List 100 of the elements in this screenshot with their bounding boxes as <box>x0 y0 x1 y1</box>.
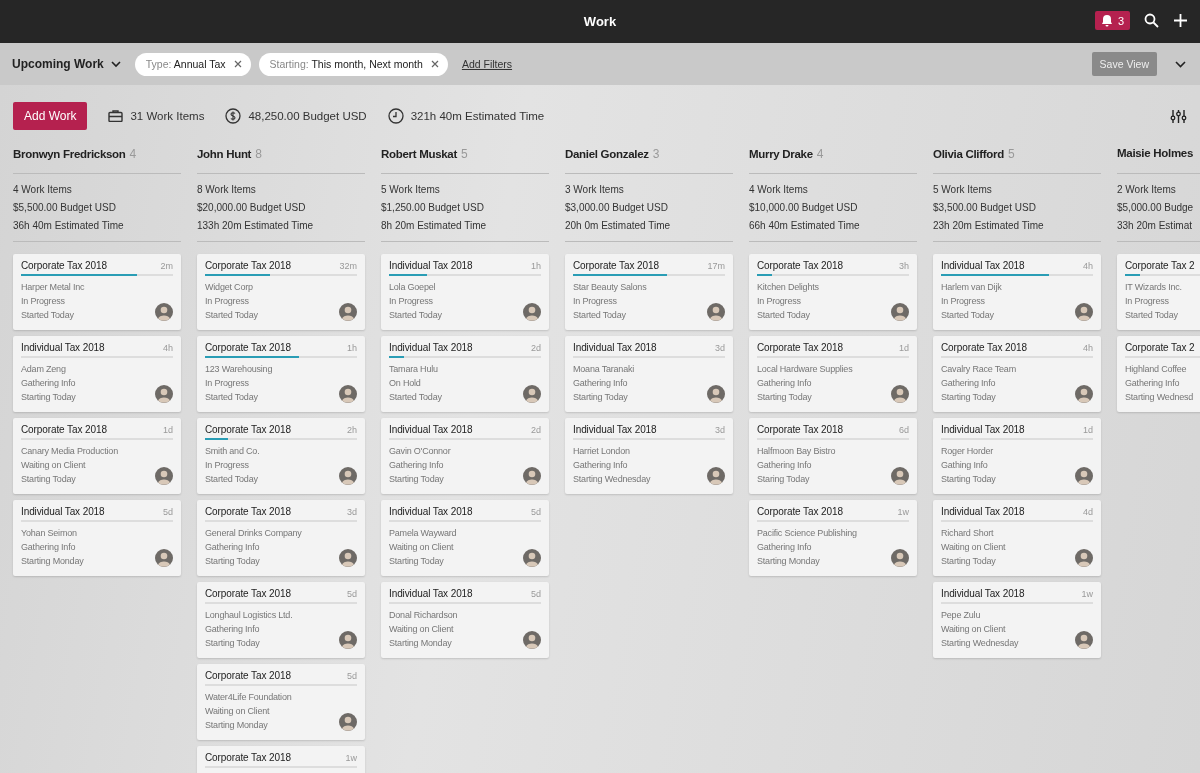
column-stat: 3 Work Items <box>565 183 625 196</box>
work-card[interactable]: Corporate Tax 2018 32m Widget Corp In Progress Started Today <box>197 254 365 330</box>
filter-chip[interactable]: Type: Annual Tax <box>134 52 251 76</box>
work-card[interactable]: Individual Tax 2018 4h Harlem van Dijk In Progress Started Today <box>933 254 1101 330</box>
add-icon[interactable] <box>1173 13 1188 28</box>
card-status: Gathering Info <box>757 459 813 471</box>
work-card[interactable]: Individual Tax 2018 5d Pamela Wayward Waiting on Client Starting Today <box>381 500 549 576</box>
work-card[interactable]: Corporate Tax 2018 1w Pacific Science Publishing Gathering Info Starting Monday <box>749 500 917 576</box>
card-client: 123 Warehousing <box>205 363 273 375</box>
card-title: Individual Tax 2018 <box>573 342 657 353</box>
card-title: Individual Tax 2018 <box>941 424 1025 435</box>
work-card[interactable]: Individual Tax 2018 1h Lola Goepel In Progress Started Today <box>381 254 549 330</box>
work-card[interactable]: Individual Tax 2018 4h Adam Zeng Gathering Info Starting Today <box>13 336 181 412</box>
column-count: 4 <box>129 147 137 161</box>
work-card[interactable]: Individual Tax 2018 3d Harriet London Gathering Info Starting Wednesday <box>565 418 733 494</box>
card-age: 2d <box>531 343 541 353</box>
card-client: IT Wizards Inc. <box>1125 281 1182 293</box>
avatar-icon <box>707 385 725 403</box>
work-card[interactable]: Individual Tax 2018 5d Yohan Seimon Gathering Info Starting Monday <box>13 500 181 576</box>
view-dropdown[interactable]: Upcoming Work <box>12 57 121 71</box>
work-card[interactable]: Corporate Tax 2018 5d Water4Life Foundation Waiting on Client Starting Monday <box>197 664 365 740</box>
card-start: Started Today <box>21 309 75 321</box>
close-icon[interactable] <box>430 60 439 68</box>
work-card[interactable]: Individual Tax 2018 5d Donal Richardson Waiting on Client Starting Monday <box>381 582 549 658</box>
card-start: Started Today <box>205 309 258 321</box>
work-card[interactable]: Individual Tax 2018 2d Gavin O'Connor Gathering Info Starting Today <box>381 418 549 494</box>
search-icon[interactable] <box>1144 13 1159 28</box>
filter-chip[interactable]: Starting: This month, Next month <box>258 52 448 76</box>
notifications-button[interactable]: 3 <box>1094 11 1130 30</box>
avatar-icon <box>339 303 357 321</box>
work-card[interactable]: Individual Tax 2018 1d Roger Horder Gathing Info Starting Today <box>933 418 1101 494</box>
card-start: Starting Today <box>205 637 261 649</box>
card-status: Gathing Info <box>941 459 989 471</box>
column-stat: 4 Work Items <box>749 183 809 196</box>
add-work-button[interactable]: Add Work <box>13 102 88 130</box>
card-status: In Progress <box>205 377 250 389</box>
card-client: Local Hardware Supplies <box>757 363 853 375</box>
avatar-icon <box>339 713 357 731</box>
work-card[interactable]: Corporate Tax 2018 3h Kitchen Delights In Progress Started Today <box>749 254 917 330</box>
work-card[interactable]: Corporate Tax 2018 1d Canary Media Production Waiting on Client Starting Today <box>13 418 181 494</box>
work-card[interactable]: Corporate Tax 2018 1h 123 Warehousing In Progress Started Today <box>197 336 365 412</box>
card-age: 1w <box>897 507 909 517</box>
avatar-icon <box>523 549 541 567</box>
card-status: Gathering Info <box>757 377 813 389</box>
card-age: 2m <box>160 261 173 271</box>
card-title: Individual Tax 2018 <box>389 506 473 517</box>
card-start: Started Today <box>1125 309 1179 321</box>
card-start: Started Today <box>205 473 259 485</box>
card-start: Starting Monday <box>205 719 269 731</box>
work-card[interactable]: Corporate Tax 2018 1w <box>197 746 365 773</box>
work-card[interactable]: Corporate Tax 2018 6d Halfmoon Bay Bistro Gathering Info Staring Today <box>749 418 917 494</box>
bell-icon <box>1100 14 1113 27</box>
card-title: Corporate Tax 2018 <box>573 260 659 271</box>
avatar-icon <box>1075 467 1093 485</box>
card-start: Staring Today <box>757 473 811 485</box>
avatar-icon <box>891 385 909 403</box>
add-filters-link[interactable]: Add Filters <box>461 58 513 70</box>
card-status: Gathering Info <box>573 377 629 389</box>
work-card[interactable]: Individual Tax 2018 1w Pepe Zulu Waiting on Client Starting Wednesday <box>933 582 1101 658</box>
card-status: Waiting on Client <box>21 459 87 471</box>
card-title: Corporate Tax 2018 <box>21 424 107 435</box>
sliders-icon[interactable] <box>1170 108 1187 124</box>
card-start: Starting Wednesd <box>1125 391 1194 403</box>
chevron-down-icon[interactable] <box>1175 60 1186 68</box>
card-client: Widget Corp <box>205 281 254 293</box>
work-card[interactable]: Corporate Tax 2 Highland Coffee Gathering Info Starting Wednesd <box>1117 336 1200 412</box>
card-status: Waiting on Client <box>389 623 455 635</box>
work-card[interactable]: Corporate Tax 2018 17m Star Beauty Salons In Progress Started Today <box>565 254 733 330</box>
work-card[interactable]: Corporate Tax 2018 4h Cavalry Race Team Gathering Info Starting Today <box>933 336 1101 412</box>
work-card[interactable]: Individual Tax 2018 3d Moana Taranaki Gathering Info Starting Today <box>565 336 733 412</box>
card-start: Starting Today <box>941 473 996 485</box>
avatar-icon <box>1075 549 1093 567</box>
work-card[interactable]: Corporate Tax 2018 2m Harper Metal Inc In Progress Started Today <box>13 254 181 330</box>
work-card[interactable]: Individual Tax 2018 2d Tamara Hulu On Hold Started Today <box>381 336 549 412</box>
column-stat: 133h 20m Estimated Time <box>197 219 315 232</box>
work-card[interactable]: Corporate Tax 2018 3d General Drinks Company Gathering Info Starting Today <box>197 500 365 576</box>
work-card[interactable]: Corporate Tax 2018 1d Local Hardware Supplies Gathering Info Starting Today <box>749 336 917 412</box>
card-client: Roger Horder <box>941 445 995 457</box>
time-total: 321h 40m Estimated Time <box>410 110 545 122</box>
work-card[interactable]: Corporate Tax 2018 2h Smith and Co. In Progress Started Today <box>197 418 365 494</box>
close-icon[interactable] <box>233 60 242 68</box>
card-title: Individual Tax 2018 <box>941 588 1025 599</box>
chevron-down-icon <box>110 60 121 68</box>
card-status: Waiting on Client <box>205 705 271 717</box>
card-title: Corporate Tax 2018 <box>757 342 843 353</box>
clock-icon <box>387 108 404 124</box>
card-status: In Progress <box>389 295 434 307</box>
avatar-icon <box>155 467 173 485</box>
column-stat: 66h 40m Estimated Time <box>749 219 861 232</box>
column-stat: $10,000.00 Budget USD <box>749 201 859 214</box>
column-stat: 36h 40m Estimated Time <box>13 219 125 232</box>
card-status: On Hold <box>389 377 422 389</box>
card-title: Corporate Tax 2018 <box>757 506 843 517</box>
work-card[interactable]: Individual Tax 2018 4d Richard Short Waiting on Client Starting Today <box>933 500 1101 576</box>
card-status: Gathering Info <box>21 541 77 553</box>
work-card[interactable]: Corporate Tax 2018 5d Longhaul Logistics Ltd. Gathering Info Starting Today <box>197 582 365 658</box>
card-title: Individual Tax 2018 <box>21 342 105 353</box>
column-stat: $5,500.00 Budget USD <box>13 201 117 214</box>
work-card[interactable]: Corporate Tax 2 IT Wizards Inc. In Progress Started Today <box>1117 254 1200 330</box>
card-age: 2d <box>531 425 541 435</box>
